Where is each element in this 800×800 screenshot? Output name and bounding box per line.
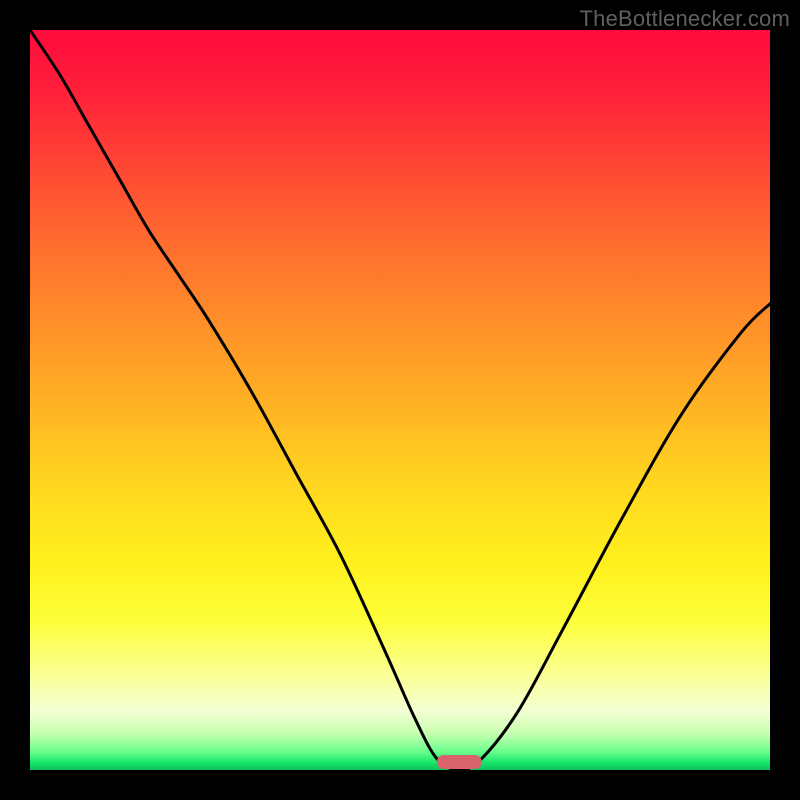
- optimal-marker: [437, 755, 481, 769]
- chart-frame: TheBottlenecker.com: [0, 0, 800, 800]
- watermark-label: TheBottlenecker.com: [580, 6, 790, 32]
- curve-svg: [30, 30, 770, 770]
- plot-area: [30, 30, 770, 770]
- bottleneck-curve: [30, 30, 770, 770]
